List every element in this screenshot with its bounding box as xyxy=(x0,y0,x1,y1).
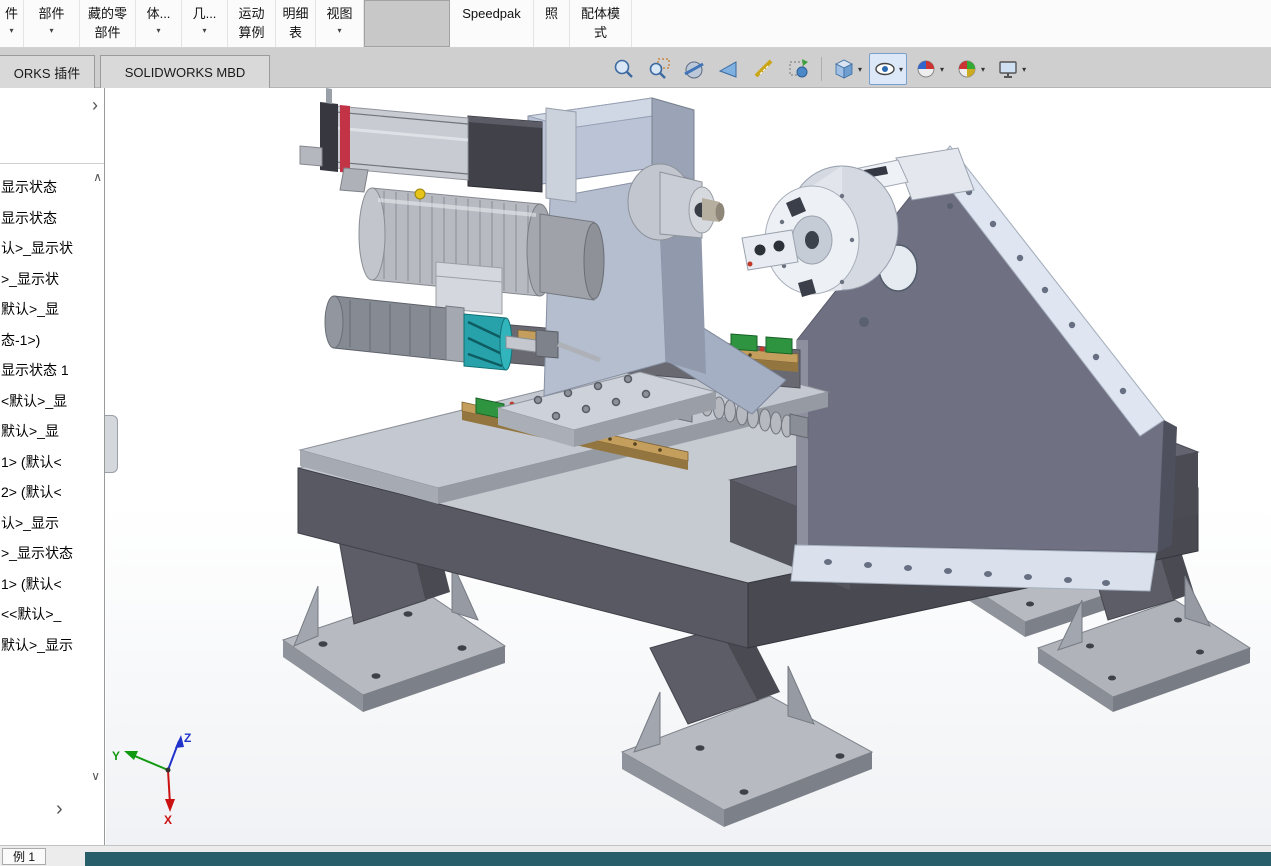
view-orientation-button[interactable]: ▾ xyxy=(828,53,866,85)
chevron-down-icon: ▾ xyxy=(156,25,160,37)
tree-item[interactable]: 默认>_显示 xyxy=(0,630,104,661)
apply-scene-icon xyxy=(955,57,979,81)
tree-item[interactable]: <默认>_显 xyxy=(0,386,104,417)
hide-show-items-icon xyxy=(873,57,897,81)
chevron-down-icon: ▾ xyxy=(1022,65,1026,74)
cm-group-components[interactable]: 部件 ▾ xyxy=(24,0,80,47)
scroll-up-icon[interactable]: ∧ xyxy=(93,170,102,184)
section-view-button[interactable] xyxy=(678,53,710,85)
zoom-fit-icon xyxy=(612,57,636,81)
cm-group-hidden-components[interactable]: 藏的零 部件 xyxy=(80,0,136,47)
orientation-triad: Z Y X xyxy=(112,731,191,827)
chevron-down-icon: ▾ xyxy=(9,25,13,37)
spindle[interactable] xyxy=(628,164,725,240)
view-wedge-button[interactable] xyxy=(713,53,745,85)
chevron-down-icon: ▾ xyxy=(899,65,903,74)
assembly-visualization-button[interactable] xyxy=(783,53,815,85)
apply-scene-button[interactable]: ▾ xyxy=(951,53,989,85)
tree-item[interactable]: <<默认>_ xyxy=(0,599,104,630)
tree-item[interactable]: 显示状态 1 xyxy=(0,355,104,386)
motion-study-tab[interactable]: 例 1 xyxy=(2,848,46,865)
cm-group-assembly-features[interactable]: 体... ▾ xyxy=(136,0,182,47)
cm-group-large-assembly-mode[interactable]: 配体模 式 xyxy=(570,0,632,47)
tree-item[interactable]: 显示状态 xyxy=(0,172,104,203)
feature-tree-panel: › 显示状态 显示状态 认>_显示状 >_显示状 默认>_显 态-1>) 显示状… xyxy=(0,88,105,845)
view-settings-button[interactable]: ▾ xyxy=(992,53,1030,85)
hide-show-items-button[interactable]: ▾ xyxy=(869,53,907,85)
cm-group-speedpak[interactable]: Speedpak xyxy=(450,0,534,47)
tree-item[interactable]: >_显示状态 xyxy=(0,538,104,569)
feature-tree-list: 显示状态 显示状态 认>_显示状 >_显示状 默认>_显 态-1>) 显示状态 … xyxy=(0,164,104,660)
cm-group-view[interactable]: 视图 ▾ xyxy=(316,0,364,47)
feature-tree-header: › xyxy=(0,88,104,164)
graphics-viewport[interactable]: Z Y X xyxy=(106,88,1271,845)
command-manager: 件 ▾ 部件 ▾ 藏的零 部件 体... ▾ 几... ▾ 运动 算例 明细 表… xyxy=(0,0,1271,48)
tree-item[interactable]: 显示状态 xyxy=(0,203,104,234)
cm-group-insert-part[interactable]: 件 ▾ xyxy=(0,0,24,47)
triad-y-label: Y xyxy=(112,749,120,763)
section-view-icon xyxy=(682,57,706,81)
view-orientation-icon xyxy=(832,57,856,81)
scroll-down-icon[interactable]: ∨ xyxy=(91,769,100,783)
tree-item[interactable]: 1> (默认< xyxy=(0,447,104,478)
cm-group-reference-geometry[interactable]: 几... ▾ xyxy=(182,0,228,47)
tree-item[interactable]: 认>_显示状 xyxy=(0,233,104,264)
assembly-visualization-icon xyxy=(787,57,811,81)
motion-timeline-bar[interactable] xyxy=(85,852,1271,866)
chevron-down-icon: ▾ xyxy=(981,65,985,74)
motion-study-bar: 例 1 xyxy=(0,845,1271,866)
tree-item[interactable]: 2> (默认< xyxy=(0,477,104,508)
chevron-down-icon: ▾ xyxy=(858,65,862,74)
cm-group-lighting[interactable]: 照 xyxy=(534,0,570,47)
toolbar-separator xyxy=(821,57,822,81)
panel-more-icon[interactable]: › xyxy=(56,798,63,821)
chevron-down-icon: ▾ xyxy=(202,25,206,37)
chevron-down-icon: ▾ xyxy=(337,25,341,37)
headsup-view-toolbar: ▾ ▾ ▾ ▾ xyxy=(608,52,1030,86)
view-settings-icon xyxy=(996,57,1020,81)
cm-group-pressed-button[interactable] xyxy=(364,0,450,47)
cm-group-motion-study[interactable]: 运动 算例 xyxy=(228,0,276,47)
tree-item[interactable]: >_显示状 xyxy=(0,264,104,295)
measure-icon xyxy=(752,57,776,81)
pneumatic-cylinder[interactable] xyxy=(300,88,576,202)
tree-item[interactable]: 认>_显示 xyxy=(0,508,104,539)
triad-z-label: Z xyxy=(184,731,191,745)
zoom-area-button[interactable] xyxy=(643,53,675,85)
tab-solidworks-plugins[interactable]: ORKS 插件 xyxy=(0,55,95,88)
chevron-down-icon: ▾ xyxy=(940,65,944,74)
triad-x-label: X xyxy=(164,813,172,827)
measure-button[interactable] xyxy=(748,53,780,85)
edit-appearance-icon xyxy=(914,57,938,81)
panel-splitter-handle[interactable] xyxy=(105,415,118,473)
zoom-fit-button[interactable] xyxy=(608,53,640,85)
3d-model: Z Y X xyxy=(106,88,1271,845)
warning-label xyxy=(415,189,425,199)
edit-appearance-button[interactable]: ▾ xyxy=(910,53,948,85)
panel-expand-icon[interactable]: › xyxy=(92,96,98,114)
zoom-area-icon xyxy=(647,57,671,81)
chevron-down-icon: ▾ xyxy=(49,25,53,37)
solidworks-window: 件 ▾ 部件 ▾ 藏的零 部件 体... ▾ 几... ▾ 运动 算例 明细 表… xyxy=(0,0,1271,866)
tree-item[interactable]: 默认>_显 xyxy=(0,294,104,325)
cm-group-bom[interactable]: 明细 表 xyxy=(276,0,316,47)
tree-item[interactable]: 默认>_显 xyxy=(0,416,104,447)
tree-item[interactable]: 1> (默认< xyxy=(0,569,104,600)
tree-item[interactable]: 态-1>) xyxy=(0,325,104,356)
view-wedge-icon xyxy=(717,57,741,81)
tab-solidworks-mbd[interactable]: SOLIDWORKS MBD xyxy=(100,55,270,88)
